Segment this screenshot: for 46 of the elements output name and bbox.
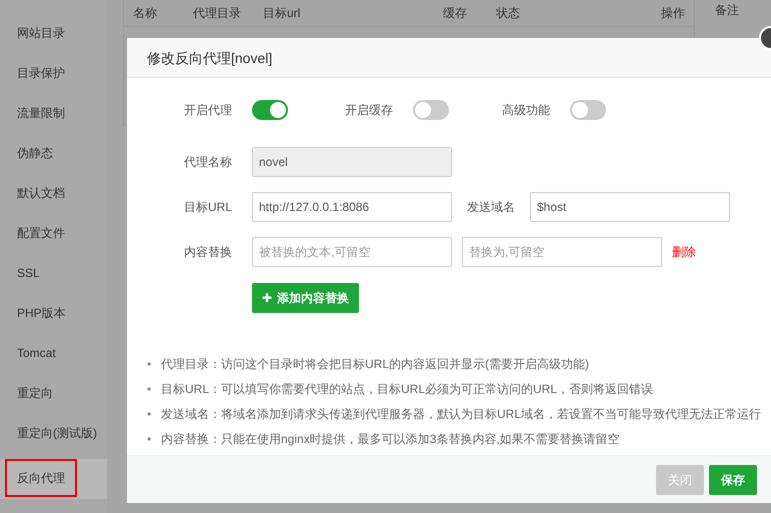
column-header: 目标url	[263, 6, 300, 20]
sidebar-item[interactable]: 伪静态	[17, 146, 53, 160]
column-header: 缓存	[443, 6, 467, 20]
sidebar-item[interactable]: 默认文档	[17, 186, 65, 200]
field-label: 代理名称	[183, 154, 232, 171]
toggle-switch[interactable]	[252, 100, 288, 120]
sidebar-item[interactable]: 配置文件	[17, 226, 65, 240]
dialog-title: 修改反向代理[novel]	[127, 38, 771, 78]
toggle-label: 高级功能	[502, 102, 550, 119]
column-header: 备注	[715, 2, 739, 18]
note-text: 发送域名：将域名添加到请求头传递到代理服务器，默认为目标URL域名，若设置不当可能导致代理无法正常运行	[161, 406, 762, 422]
input-field[interactable]: $host	[530, 192, 730, 222]
toggle-label: 开启代理	[183, 102, 232, 119]
toggle-label: 开启缓存	[345, 102, 393, 119]
plus-icon: ✚	[262, 291, 272, 305]
sidebar-item[interactable]: 目录保护	[17, 66, 65, 80]
field-label: 发送域名	[467, 199, 515, 216]
note-text: 目标URL：可以填写你需要代理的站点，目标URL必须为可正常访问的URL，否则将返回错误	[161, 380, 654, 396]
column-header: 操作	[661, 6, 685, 20]
list-bullet: •	[147, 430, 152, 446]
delete-link[interactable]: 删除	[672, 243, 696, 261]
input-field[interactable]: http://127.0.0.1:8086	[252, 192, 452, 222]
sidebar-item[interactable]: 重定向(测试版)	[17, 426, 97, 440]
toggle-switch[interactable]	[413, 100, 449, 120]
save-button[interactable]: 保存	[709, 464, 757, 494]
field-label: 内容替换	[183, 244, 232, 261]
sidebar-item[interactable]: Tomcat	[17, 346, 56, 360]
list-bullet: •	[147, 406, 152, 422]
column-header: 状态	[496, 6, 520, 20]
input-field[interactable]: 替换为,可留空	[462, 237, 662, 267]
input-field[interactable]: 被替换的文本,可留空	[252, 237, 452, 267]
sidebar-item[interactable]: 流量限制	[17, 106, 65, 120]
list-bullet: •	[147, 380, 152, 396]
column-header: 名称	[133, 6, 157, 20]
note-text: 代理目录：访问这个目录时将会把目标URL的内容返回并显示(需要开启高级功能)	[161, 356, 589, 372]
toggle-switch[interactable]	[570, 100, 606, 120]
note-text: 内容替换：只能在使用nginx时提供，最多可以添加3条替换内容,如果不需要替换请留空	[161, 430, 620, 446]
sidebar-item[interactable]: 网站目录	[17, 26, 65, 40]
add-button[interactable]: ✚ 添加内容替换	[252, 283, 360, 313]
sidebar-item[interactable]: PHP版本	[17, 306, 66, 320]
sidebar-item[interactable]: 反向代理	[5, 459, 77, 497]
list-bullet: •	[147, 356, 152, 372]
sidebar-item[interactable]: 重定向	[17, 386, 53, 400]
column-header: 代理目录	[193, 6, 241, 20]
field-label: 目标URL	[182, 199, 232, 216]
sidebar-item[interactable]: SSL	[17, 266, 40, 280]
